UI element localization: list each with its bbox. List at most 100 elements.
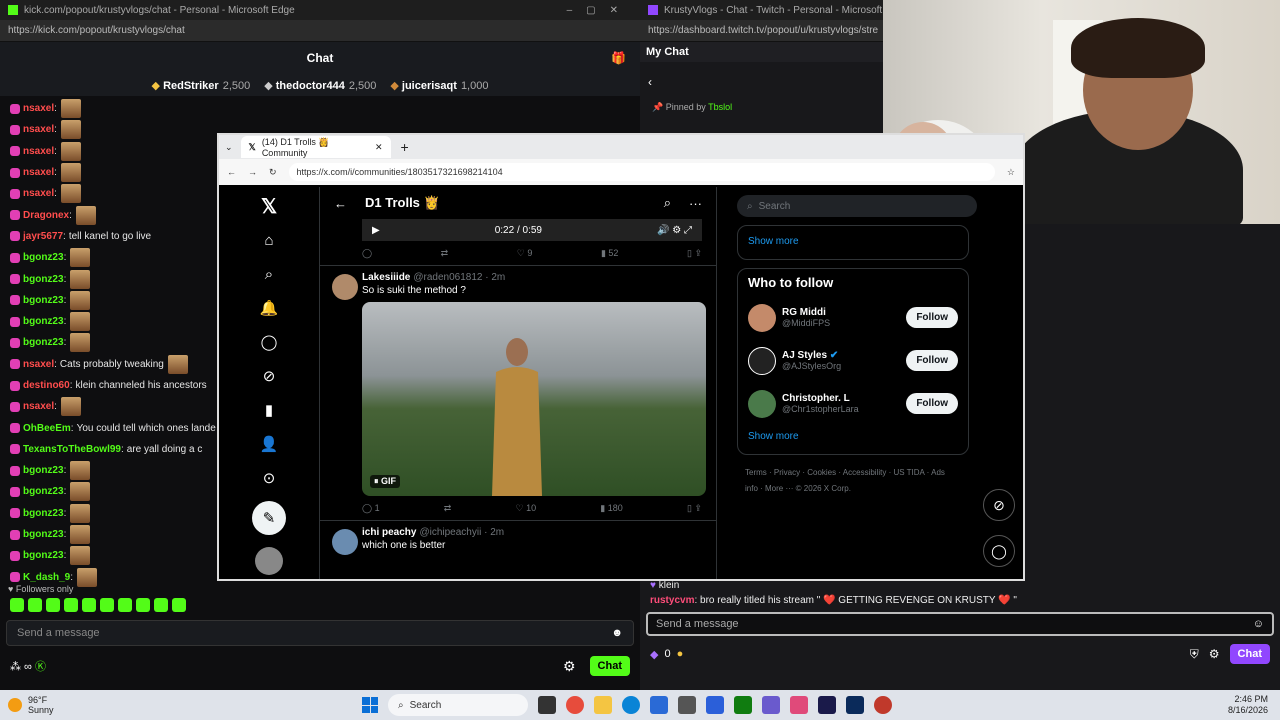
repost-icon[interactable]: ⇄ <box>444 503 452 514</box>
shield-icon[interactable]: ⛨ <box>1190 647 1199 662</box>
store-icon[interactable] <box>650 696 668 714</box>
emote-icon[interactable] <box>100 598 114 612</box>
chat-message[interactable]: nsaxel: <box>10 98 630 119</box>
follow-suggestion[interactable]: Christopher. L @Chr1stopherLara Follow <box>748 382 958 425</box>
chat-username[interactable]: bgonz23 <box>23 274 64 285</box>
messages-icon[interactable]: ◯ <box>983 535 1015 567</box>
grok-icon[interactable]: ⊘ <box>258 365 280 387</box>
chat-username[interactable]: bgonz23 <box>23 486 64 497</box>
post-gif[interactable]: ⏸ GIF <box>362 302 706 496</box>
windows-start-icon[interactable] <box>362 697 378 713</box>
chat-username[interactable]: bgonz23 <box>23 295 64 306</box>
chevron-left-icon[interactable]: ‹ <box>648 75 652 89</box>
emote-icon[interactable] <box>64 598 78 612</box>
chat-username[interactable]: jayr5677 <box>23 231 63 242</box>
emote-icon[interactable] <box>82 598 96 612</box>
repost-icon[interactable]: ⇄ <box>441 248 449 259</box>
x-footer-links[interactable]: Terms · Privacy · Cookies · Accessibilit… <box>745 465 955 497</box>
emote-icon[interactable] <box>172 598 186 612</box>
chat-username[interactable]: bgonz23 <box>23 316 64 327</box>
back-arrow-icon[interactable]: ← <box>334 196 347 211</box>
chat-username[interactable]: destino60 <box>23 380 70 391</box>
gift-icon[interactable]: 🎁 <box>611 51 626 65</box>
twitch-chat-button[interactable]: Chat <box>1229 644 1270 664</box>
views-count[interactable]: ▮ 180 <box>600 503 622 514</box>
weather-widget[interactable]: 96°F Sunny <box>0 695 90 715</box>
bookmarks-icon[interactable]: ▮ <box>258 399 280 421</box>
gear-icon[interactable]: ⚙ <box>563 658 576 675</box>
chat-username[interactable]: bgonz23 <box>23 508 64 519</box>
bookmark-icon[interactable]: ▯ ⇪ <box>687 503 702 514</box>
chevron-down-icon[interactable]: ⌄ <box>225 142 233 153</box>
show-more-link[interactable]: Show more <box>748 425 958 448</box>
emoji-icon[interactable]: ☻ <box>611 627 623 639</box>
avatar[interactable] <box>332 274 358 300</box>
grok-icon[interactable]: ⊘ <box>983 489 1015 521</box>
avatar[interactable] <box>748 389 776 418</box>
chat-username[interactable]: nsaxel <box>23 359 54 370</box>
chat-username[interactable]: bgonz23 <box>23 252 64 263</box>
twitch-message-input[interactable]: Send a message ☺ <box>646 612 1274 636</box>
messages-icon[interactable]: ◯ <box>258 331 280 353</box>
chat-username[interactable]: nsaxel <box>23 167 54 178</box>
chat-username[interactable]: nsaxel <box>23 146 54 157</box>
play-icon[interactable]: ▶ <box>372 225 380 236</box>
kick-address-bar[interactable]: https://kick.com/popout/krustyvlogs/chat <box>0 20 640 42</box>
emote-icon[interactable] <box>46 598 60 612</box>
reply-button[interactable]: ◯ 1 <box>362 503 380 514</box>
refresh-icon[interactable]: ↻ <box>269 167 277 178</box>
task-view-icon[interactable] <box>538 696 556 714</box>
more-icon[interactable]: ⊙ <box>258 467 280 489</box>
window-controls[interactable]: –▢✕ <box>567 5 632 16</box>
chat-username[interactable]: nsaxel <box>23 401 54 412</box>
leaderboard-item[interactable]: ◆ juicerisaqt 1,000 <box>390 79 488 92</box>
emote-bar[interactable] <box>0 596 640 614</box>
post[interactable]: ichi peachy @ichipeachyii · 2m which one … <box>320 520 716 555</box>
like-button[interactable]: ♡ 9 <box>517 248 533 259</box>
close-icon[interactable]: ✕ <box>375 142 383 153</box>
edge-icon[interactable] <box>622 696 640 714</box>
kick-message-input[interactable]: Send a message ☻ <box>6 620 634 646</box>
chat-username[interactable]: nsaxel <box>23 103 54 114</box>
x-logo-icon[interactable]: 𝕏 <box>258 195 280 218</box>
compose-post-icon[interactable]: ✎ <box>252 501 286 535</box>
x-tab[interactable]: 𝕏 (14) D1 Trolls 👸 Community ✕ <box>240 136 391 158</box>
chat-username[interactable]: bgonz23 <box>23 529 64 540</box>
chat-username[interactable]: OhBeeEm <box>23 423 71 434</box>
channel-points[interactable]: ◆ 0 ● <box>650 648 683 661</box>
notifications-icon[interactable]: 🔔 <box>258 297 280 319</box>
chrome-icon[interactable] <box>566 696 584 714</box>
follow-suggestion[interactable]: AJ Styles ✔ @AJStylesOrg Follow <box>748 339 958 382</box>
avatar[interactable] <box>255 547 283 575</box>
app-icon[interactable] <box>678 696 696 714</box>
views-count[interactable]: ▮ 52 <box>601 248 618 259</box>
app-icon[interactable] <box>874 696 892 714</box>
vscode-icon[interactable] <box>706 696 724 714</box>
kick-chat-button[interactable]: Chat <box>589 656 630 676</box>
chat-username[interactable]: nsaxel <box>23 188 54 199</box>
twitch-chat-line[interactable]: rustycvm: bro really titled his stream "… <box>640 593 1280 608</box>
emote-icon[interactable] <box>154 598 168 612</box>
like-button[interactable]: ♡ 10 <box>516 503 537 514</box>
file-explorer-icon[interactable] <box>594 696 612 714</box>
star-icon[interactable]: ☆ <box>1007 167 1015 178</box>
bookmark-icon[interactable]: ▯ ⇪ <box>687 248 702 259</box>
emote-icon[interactable] <box>10 598 24 612</box>
emote-icon[interactable] <box>136 598 150 612</box>
xbox-icon[interactable] <box>734 696 752 714</box>
new-tab-icon[interactable]: + <box>401 139 409 155</box>
video-controls[interactable]: ▶ 0:22 / 0:59 🔊 ⚙ ⤢ <box>362 219 702 241</box>
emoji-icon[interactable]: ☺ <box>1253 618 1264 630</box>
post[interactable]: Lakesiiide @raden061812 · 2m So is suki t… <box>320 265 716 520</box>
gear-icon[interactable]: ⚙ <box>1209 647 1220 661</box>
show-more-link[interactable]: Show more <box>748 230 958 253</box>
kick-titlebar[interactable]: kick.com/popout/krustyvlogs/chat - Perso… <box>0 0 640 20</box>
profile-icon[interactable]: 👤 <box>258 433 280 455</box>
search-input[interactable]: ⌕ Search <box>737 195 977 217</box>
search-icon[interactable]: ⌕ <box>664 195 671 211</box>
leaderboard-item[interactable]: ◆ thedoctor444 2,500 <box>264 79 376 92</box>
chat-username[interactable]: bgonz23 <box>23 465 64 476</box>
avatar[interactable] <box>748 346 776 375</box>
search-icon[interactable]: ⌕ <box>258 263 280 285</box>
chat-username[interactable]: Dragonex <box>23 210 69 221</box>
